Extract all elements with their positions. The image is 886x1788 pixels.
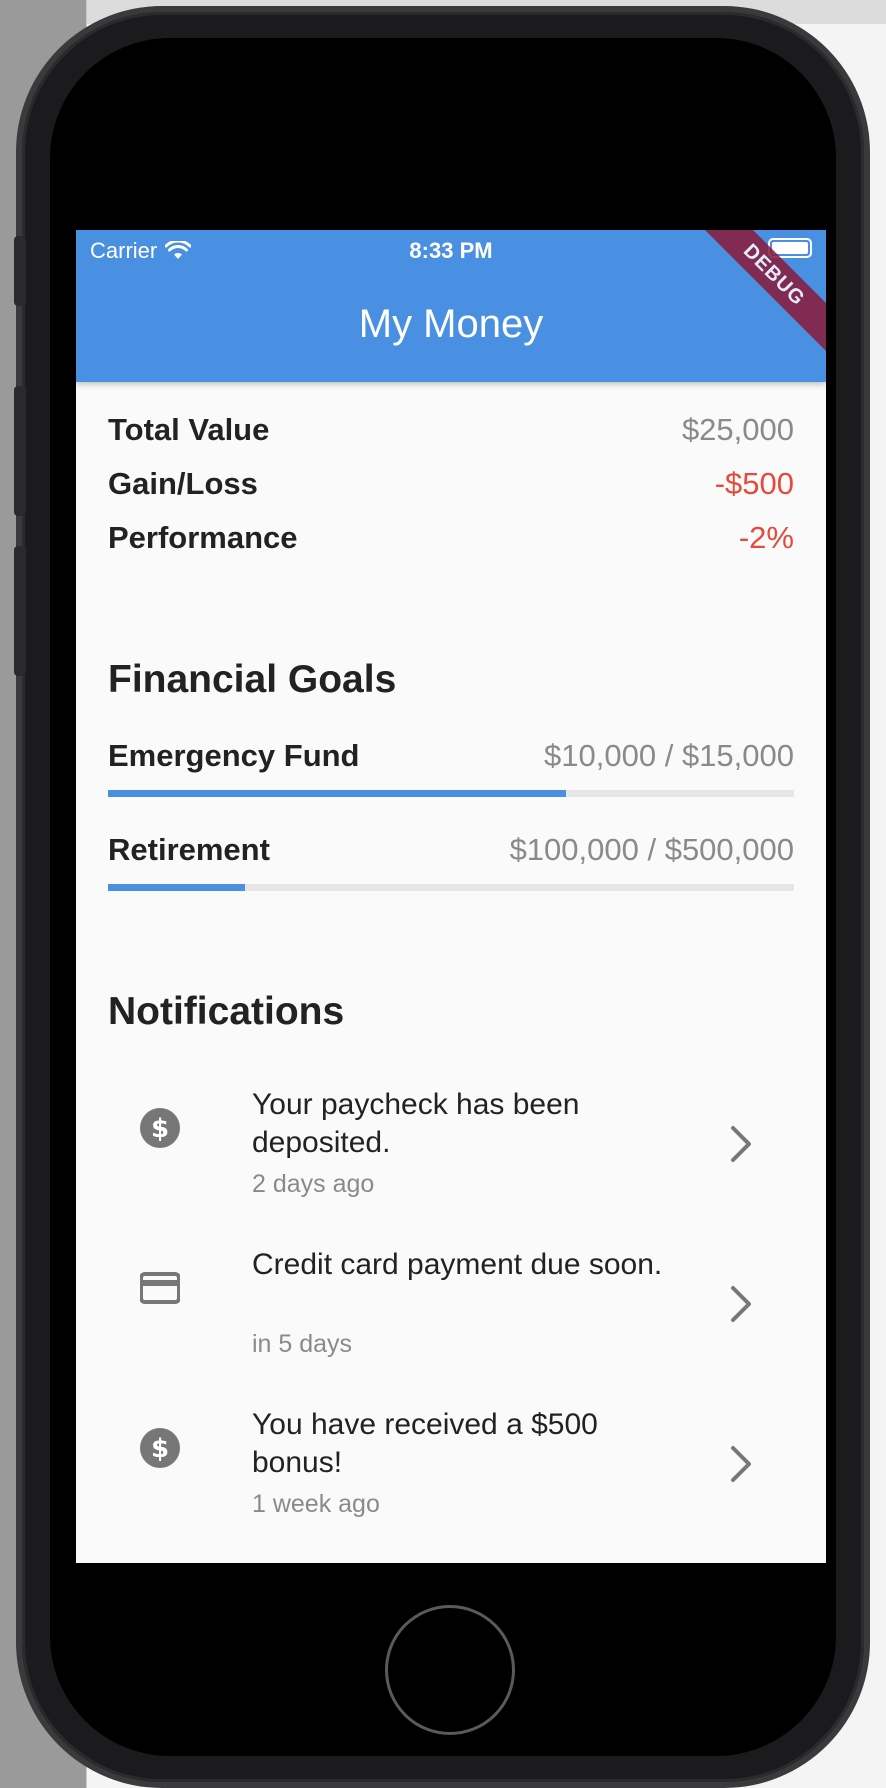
notification-message: Your paycheck has been deposited.: [252, 1088, 580, 1159]
chevron-right-icon[interactable]: [728, 1444, 754, 1484]
notification-item[interactable]: $ Your paycheck has been deposited. 2 da…: [108, 1076, 794, 1216]
goal-amount: $100,000 / $500,000: [509, 832, 794, 867]
svg-text:$: $: [151, 1434, 169, 1464]
goal-name: Retirement: [108, 832, 270, 867]
notifications-heading: Notifications: [108, 990, 345, 1033]
notification-time: 1 week ago: [252, 1490, 380, 1518]
notification-time: 2 days ago: [252, 1170, 375, 1198]
summary-row-performance: Performance -2%: [108, 520, 794, 560]
app-screen: Carrier 8:33 PM My Money DEBUG Total Val…: [76, 230, 826, 1563]
summary-value: -$500: [714, 466, 794, 501]
mute-switch: [14, 236, 26, 306]
summary-row-gain-loss: Gain/Loss -$500: [108, 466, 794, 506]
summary-label: Gain/Loss: [108, 466, 258, 501]
chevron-right-icon[interactable]: [728, 1284, 754, 1324]
notification-message: You have received a $500 bonus!: [252, 1408, 598, 1479]
summary-label: Performance: [108, 520, 298, 555]
goal-amount: $10,000 / $15,000: [544, 738, 794, 773]
financial-goals-heading: Financial Goals: [108, 658, 397, 701]
summary-value: $25,000: [681, 412, 794, 447]
volume-down-button: [14, 546, 26, 676]
status-time: 8:33 PM: [409, 238, 493, 263]
summary-label: Total Value: [108, 412, 270, 447]
notification-item[interactable]: $ You have received a $500 bonus! 1 week…: [108, 1396, 794, 1536]
summary-value: -2%: [738, 520, 794, 555]
goal-progress-fill: [108, 790, 566, 797]
dollar-icon: $: [140, 1108, 180, 1148]
summary-row-total-value: Total Value $25,000: [108, 412, 794, 452]
home-button[interactable]: [385, 1605, 515, 1735]
notification-item[interactable]: Credit card payment due soon. in 5 days: [108, 1236, 794, 1376]
goal-progress-track: [108, 884, 794, 891]
notification-time: in 5 days: [252, 1330, 353, 1358]
svg-text:$: $: [151, 1114, 169, 1144]
credit-card-icon: [140, 1272, 180, 1304]
goal-name: Emergency Fund: [108, 738, 360, 773]
notification-message: Credit card payment due soon.: [252, 1248, 663, 1281]
dollar-icon: $: [140, 1428, 180, 1468]
page-title: My Money: [358, 302, 544, 346]
volume-up-button: [14, 386, 26, 516]
chevron-right-icon[interactable]: [728, 1124, 754, 1164]
app-bar: Carrier 8:33 PM My Money DEBUG: [76, 230, 826, 382]
goal-progress-track: [108, 790, 794, 797]
goal-progress-fill: [108, 884, 246, 891]
